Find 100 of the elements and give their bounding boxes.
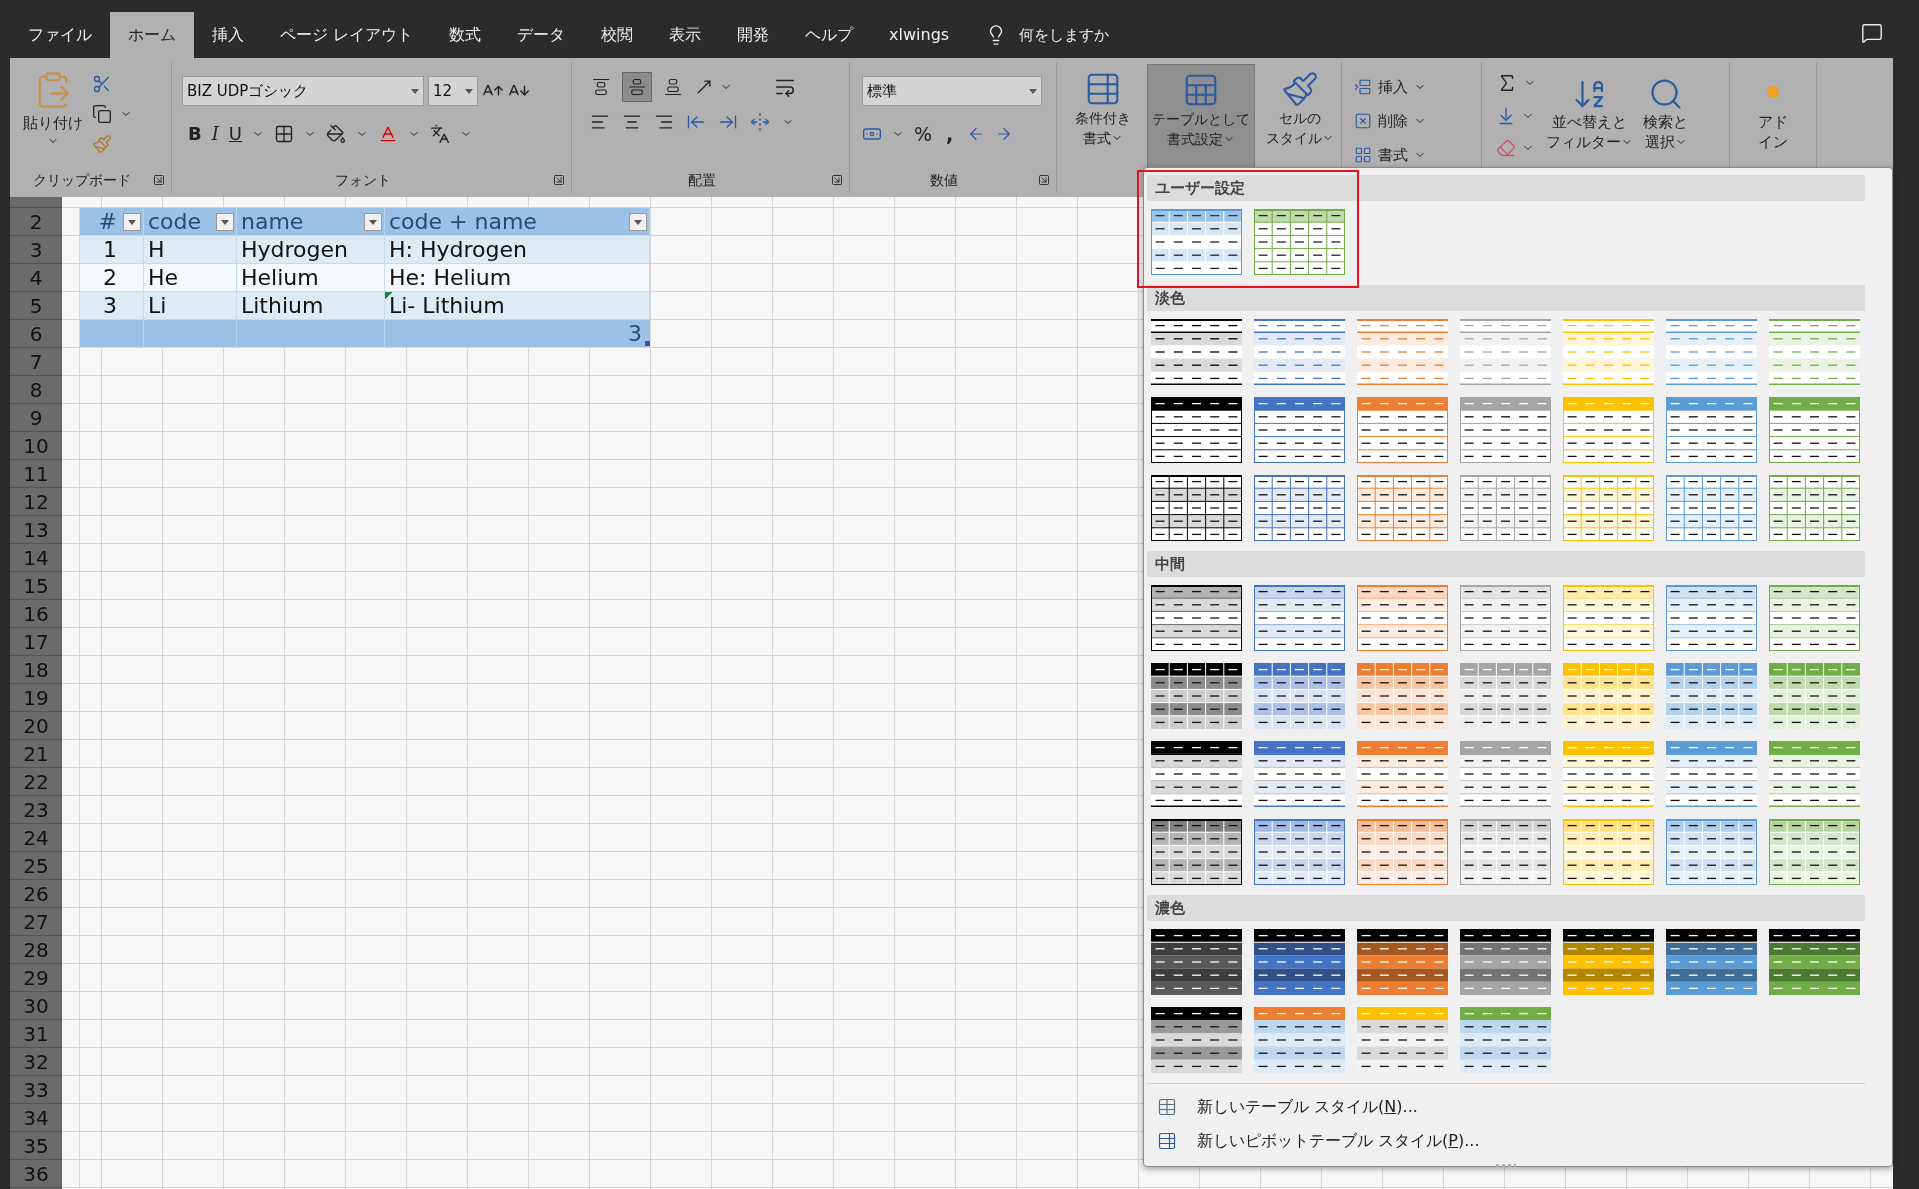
table-style-swatch[interactable] <box>1151 397 1242 463</box>
dialog-launcher-icon[interactable] <box>153 174 165 186</box>
table-style-swatch[interactable] <box>1151 741 1242 807</box>
table-style-swatch[interactable] <box>1357 663 1448 729</box>
table-style-swatch[interactable] <box>1357 819 1448 885</box>
row-number[interactable]: 18 <box>23 654 49 685</box>
dialog-launcher-icon[interactable] <box>831 174 843 186</box>
table-style-swatch[interactable] <box>1460 475 1551 541</box>
table-style-swatch[interactable] <box>1563 741 1654 807</box>
row-number[interactable]: 36 <box>23 1158 49 1189</box>
filter-button[interactable] <box>629 213 647 231</box>
table-style-swatch[interactable] <box>1460 819 1551 885</box>
dialog-launcher-icon[interactable] <box>1038 174 1050 186</box>
table-style-swatch[interactable] <box>1151 819 1242 885</box>
menu-item[interactable]: 新しいテーブル スタイル(N)... <box>1147 1090 1865 1124</box>
table-style-swatch[interactable] <box>1357 475 1448 541</box>
table-style-swatch[interactable] <box>1769 819 1860 885</box>
table-style-swatch[interactable] <box>1254 585 1345 651</box>
row-number[interactable]: 34 <box>23 1102 49 1133</box>
table-style-swatch[interactable] <box>1666 819 1757 885</box>
filter-button[interactable] <box>364 213 382 231</box>
tell-me-search[interactable]: 何をしますか <box>985 12 1110 58</box>
table-style-swatch[interactable] <box>1666 585 1757 651</box>
row-number[interactable]: 23 <box>23 794 49 825</box>
table-style-swatch[interactable] <box>1769 741 1860 807</box>
resize-grip-icon[interactable] <box>1496 1164 1516 1167</box>
border-icon[interactable] <box>274 123 295 144</box>
table-style-swatch[interactable] <box>1151 1007 1242 1073</box>
dropdown-field[interactable]: 12 <box>428 76 478 106</box>
row-number[interactable]: 4 <box>29 262 43 293</box>
table-style-swatch[interactable] <box>1254 209 1345 275</box>
ribbon-tab[interactable]: ページ レイアウト <box>262 12 432 58</box>
table-style-swatch[interactable] <box>1666 397 1757 463</box>
table-style-swatch[interactable] <box>1563 319 1654 385</box>
row-number[interactable]: 17 <box>23 626 49 657</box>
ribbon-tab[interactable]: ヘルプ <box>787 12 872 58</box>
table-style-swatch[interactable] <box>1460 319 1551 385</box>
resize-handle-icon[interactable] <box>645 341 650 346</box>
bold-button[interactable]: B <box>188 120 202 147</box>
table-style-swatch[interactable] <box>1460 1007 1551 1073</box>
cells-menu-button[interactable]: 挿入 <box>1354 74 1481 100</box>
table-style-swatch[interactable] <box>1151 663 1242 729</box>
dialog-launcher-icon[interactable] <box>553 174 565 186</box>
row-number[interactable]: 25 <box>23 850 49 881</box>
row-number[interactable]: 30 <box>23 990 49 1021</box>
table-style-swatch[interactable] <box>1460 741 1551 807</box>
table-style-swatch[interactable] <box>1666 741 1757 807</box>
table-style-swatch[interactable] <box>1254 819 1345 885</box>
table-style-swatch[interactable] <box>1357 319 1448 385</box>
row-number[interactable]: 21 <box>23 738 49 769</box>
add-ins-button[interactable]: アド イン <box>1758 86 1788 152</box>
row-number[interactable]: 7 <box>29 346 43 377</box>
cells-menu-button[interactable]: 書式 <box>1354 142 1481 168</box>
row-number[interactable]: 22 <box>23 766 49 797</box>
table-style-swatch[interactable] <box>1357 585 1448 651</box>
row-number[interactable]: 28 <box>23 934 49 965</box>
phonetic-icon[interactable] <box>430 123 451 144</box>
comment-icon[interactable] <box>1861 22 1883 44</box>
scissors-icon[interactable] <box>92 74 112 94</box>
row-number[interactable]: 29 <box>23 962 49 993</box>
table-style-swatch[interactable] <box>1151 475 1242 541</box>
row-number[interactable]: 16 <box>23 598 49 629</box>
table-style-swatch[interactable] <box>1151 209 1242 275</box>
dropdown-field[interactable]: 標準 <box>862 76 1042 106</box>
copy-icon[interactable] <box>92 104 112 124</box>
table-style-swatch[interactable] <box>1357 741 1448 807</box>
ribbon-tab[interactable]: ファイル <box>10 12 110 58</box>
table-style-swatch[interactable] <box>1254 663 1345 729</box>
row-number[interactable]: 5 <box>29 290 43 321</box>
table-style-swatch[interactable] <box>1254 929 1345 995</box>
table-style-swatch[interactable] <box>1254 1007 1345 1073</box>
row-number[interactable]: 10 <box>23 430 49 461</box>
table-style-swatch[interactable] <box>1254 475 1345 541</box>
table-style-swatch[interactable] <box>1151 319 1242 385</box>
table-style-swatch[interactable] <box>1357 929 1448 995</box>
table-style-swatch[interactable] <box>1666 663 1757 729</box>
row-number[interactable]: 20 <box>23 710 49 741</box>
cells-menu-button[interactable]: 削除 <box>1354 108 1481 134</box>
table-style-swatch[interactable] <box>1563 663 1654 729</box>
row-number[interactable]: 27 <box>23 906 49 937</box>
percent-button[interactable]: % <box>914 120 933 149</box>
table-style-swatch[interactable] <box>1460 663 1551 729</box>
table-style-swatch[interactable] <box>1151 585 1242 651</box>
row-number[interactable]: 31 <box>23 1018 49 1049</box>
ribbon-button[interactable]: 条件付き 書式 <box>1063 64 1143 168</box>
row-number[interactable]: 2 <box>29 206 43 237</box>
row-number[interactable]: 12 <box>23 486 49 517</box>
table-style-swatch[interactable] <box>1563 929 1654 995</box>
dropdown-field[interactable]: BIZ UDPゴシック <box>182 76 424 106</box>
table-style-swatch[interactable] <box>1769 397 1860 463</box>
ribbon-tab[interactable]: ホーム <box>110 12 194 58</box>
filter-button[interactable] <box>216 213 234 231</box>
table-style-swatch[interactable] <box>1254 397 1345 463</box>
merge-icon[interactable] <box>750 112 770 132</box>
italic-button[interactable]: I <box>211 120 219 147</box>
table-style-swatch[interactable] <box>1769 475 1860 541</box>
row-number[interactable]: 24 <box>23 822 49 853</box>
table-style-swatch[interactable] <box>1151 929 1242 995</box>
ribbon-tab[interactable]: データ <box>499 12 584 58</box>
table-style-swatch[interactable] <box>1666 319 1757 385</box>
